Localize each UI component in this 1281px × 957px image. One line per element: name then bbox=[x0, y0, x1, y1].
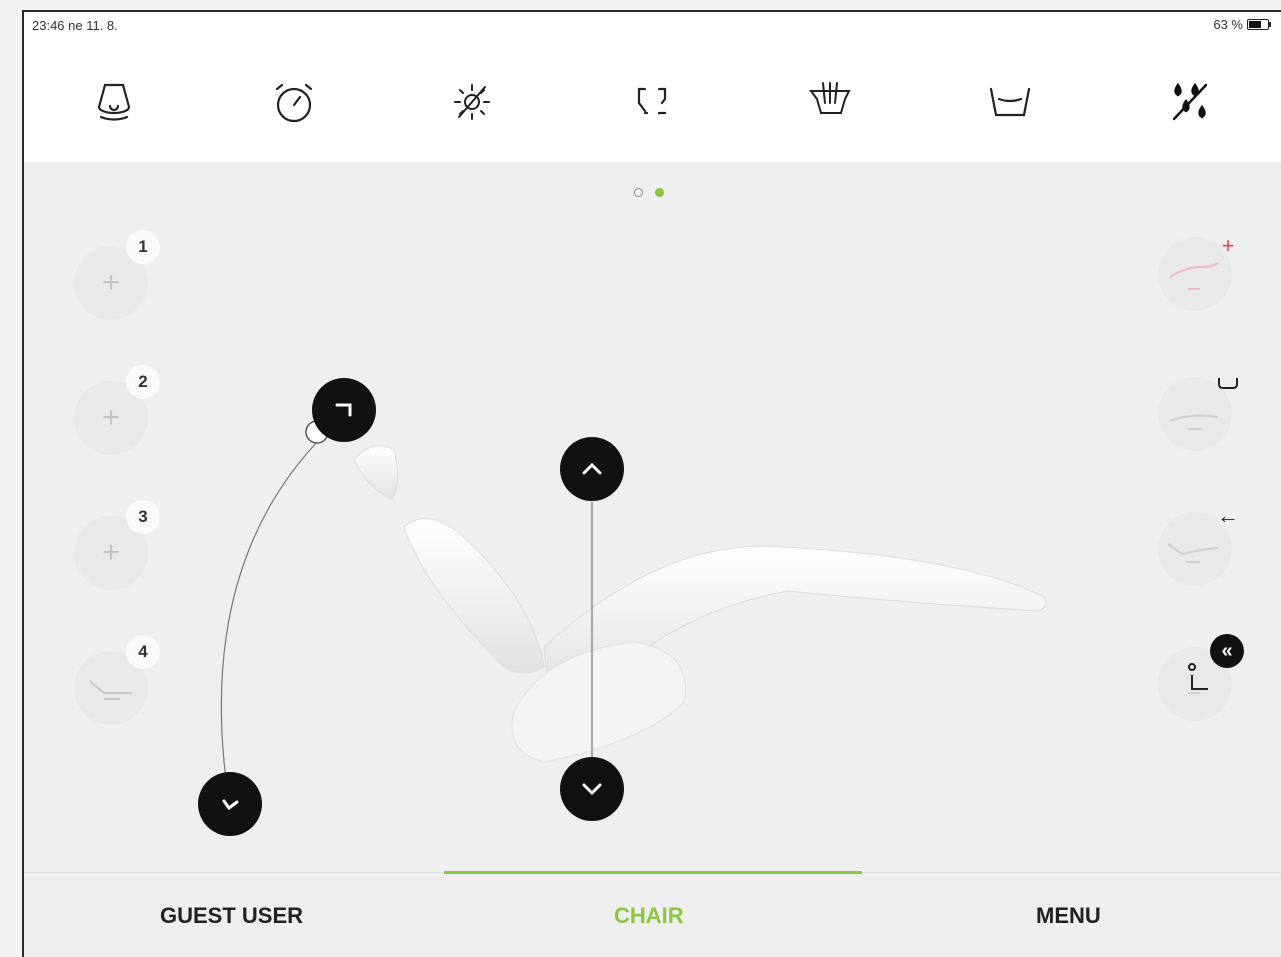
battery-indicator: 63 % bbox=[1213, 17, 1271, 32]
chevron-down-icon bbox=[582, 783, 602, 796]
preset-3-add-icon: + bbox=[102, 536, 120, 569]
tab-guest-user[interactable]: GUEST USER bbox=[160, 903, 303, 929]
device-screen: 23:46 ne 11. 8. 63 % + 1 + 2 + 3 4 + ← «… bbox=[22, 10, 1281, 957]
collapse-double-chevron-icon[interactable]: « bbox=[1210, 634, 1244, 668]
page-indicator[interactable] bbox=[634, 188, 664, 197]
scanner-frame-icon bbox=[637, 87, 667, 115]
chair-position-icon bbox=[89, 680, 132, 700]
light-off-button[interactable] bbox=[444, 74, 500, 130]
timer-button[interactable] bbox=[266, 74, 322, 130]
cup-fill-button[interactable] bbox=[982, 74, 1038, 130]
operating-light-icon bbox=[97, 83, 131, 121]
tab-chair[interactable]: CHAIR bbox=[614, 903, 684, 929]
chair-up-button[interactable] bbox=[560, 437, 624, 501]
chevron-up-icon bbox=[582, 462, 602, 475]
battery-percent: 63 % bbox=[1213, 17, 1243, 32]
preset-2-number: 2 bbox=[126, 365, 160, 399]
timer-icon bbox=[275, 83, 313, 123]
preset-4-number: 4 bbox=[126, 635, 160, 669]
water-off-button[interactable] bbox=[1162, 74, 1218, 130]
check-arrow-icon bbox=[222, 799, 239, 811]
scanner-button[interactable] bbox=[624, 74, 680, 130]
backrest-down-button[interactable] bbox=[198, 772, 262, 836]
cup-badge-icon bbox=[1212, 367, 1244, 399]
instrument-holder-button[interactable] bbox=[802, 74, 858, 130]
page-dot-1[interactable] bbox=[634, 188, 643, 197]
add-preset-icon[interactable]: + bbox=[1212, 230, 1244, 262]
function-toolbar bbox=[24, 38, 1281, 162]
preset-1-number: 1 bbox=[126, 230, 160, 264]
bottom-tab-bar: GUEST USER CHAIR MENU bbox=[24, 871, 1281, 957]
status-bar: 23:46 ne 11. 8. 63 % bbox=[24, 12, 1281, 38]
water-off-icon bbox=[1172, 82, 1208, 121]
status-time: 23:46 ne 11. 8. bbox=[32, 18, 118, 33]
operating-light-button[interactable] bbox=[86, 74, 142, 130]
preset-1-add-icon: + bbox=[102, 266, 120, 299]
page-dot-2-active[interactable] bbox=[655, 188, 664, 197]
backrest-up-button[interactable] bbox=[312, 378, 376, 442]
battery-icon bbox=[1247, 19, 1271, 30]
chair-down-button[interactable] bbox=[560, 757, 624, 821]
cup-fill-icon bbox=[989, 87, 1031, 117]
light-off-icon bbox=[454, 84, 490, 120]
back-arrow-icon: ← bbox=[1217, 503, 1239, 528]
corner-arrow-icon bbox=[335, 403, 352, 417]
tab-menu[interactable]: MENU bbox=[1036, 903, 1101, 929]
preset-2-add-icon: + bbox=[102, 401, 120, 434]
active-tab-indicator bbox=[444, 871, 862, 874]
preset-3-number: 3 bbox=[126, 500, 160, 534]
instrument-holder-icon bbox=[809, 82, 851, 114]
